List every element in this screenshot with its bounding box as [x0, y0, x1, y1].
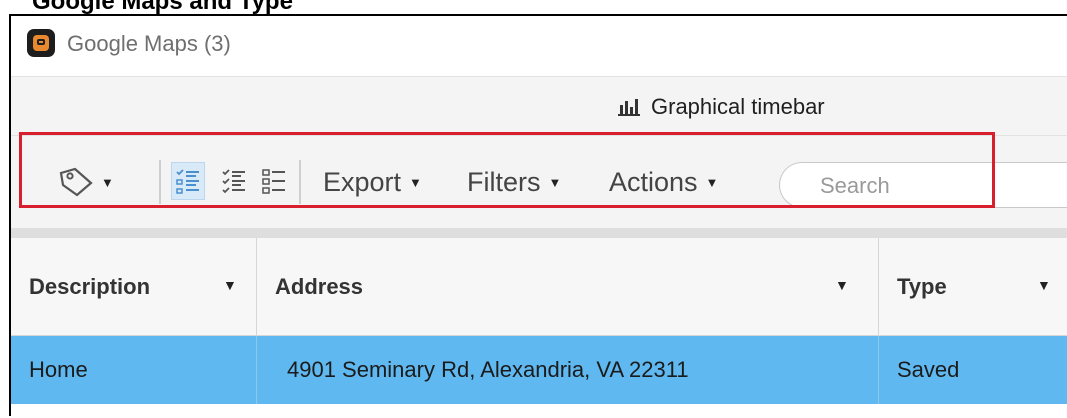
graphical-timebar-label: Graphical timebar [651, 94, 825, 119]
results-table: Description ▼ Address ▼ Type ▼ Home 4901… [11, 228, 1067, 418]
table-row[interactable]: Home 4901 Seminary Rd, Alexandria, VA 22… [11, 336, 1067, 404]
column-header-label: Description [29, 273, 151, 299]
chevron-down-icon: ▼ [409, 174, 422, 190]
column-header-description[interactable]: Description ▼ [11, 238, 257, 335]
title-bar: Google Maps (3) [11, 16, 1067, 76]
caption-strip: Google Maps and Type [0, 0, 1067, 14]
export-label: Export [323, 166, 402, 197]
app-window: Google Maps (3) Graphical timebar ▼ Expo… [9, 14, 1067, 418]
bar-chart-icon [618, 99, 640, 116]
cell-address: 4901 Seminary Rd, Alexandria, VA 22311 [257, 336, 879, 404]
column-header-label: Type [897, 273, 947, 299]
filters-label: Filters [467, 166, 541, 197]
tag-dropdown-button[interactable]: ▼ [57, 136, 114, 228]
filters-menu-button[interactable]: Filters ▼ [467, 136, 561, 228]
checklist-view-button[interactable] [217, 162, 251, 200]
export-menu-button[interactable]: Export ▼ [323, 136, 422, 228]
cell-description: Home [11, 336, 257, 404]
cell-type: Saved [897, 357, 960, 382]
search-input[interactable] [818, 172, 1067, 200]
checklist-icon [222, 169, 245, 194]
detailed-list-icon [176, 169, 199, 194]
toolbar-divider [299, 160, 301, 204]
table-top-spacer [11, 228, 1067, 238]
caption-text: Google Maps and Type [32, 0, 293, 14]
graphical-timebar-button[interactable]: Graphical timebar [617, 89, 825, 125]
actions-label: Actions [609, 166, 698, 197]
toolbar-divider [159, 160, 161, 204]
window-title: Google Maps (3) [67, 31, 231, 56]
chevron-down-icon: ▼ [705, 174, 719, 190]
google-maps-app-icon [27, 29, 55, 57]
sort-dropdown-icon[interactable]: ▼ [223, 277, 237, 293]
compact-list-view-button[interactable] [257, 162, 291, 200]
chevron-down-icon: ▼ [548, 174, 562, 190]
actions-menu-button[interactable]: Actions ▼ [609, 136, 718, 228]
sort-dropdown-icon[interactable]: ▼ [835, 277, 849, 293]
table-header-row: Description ▼ Address ▼ Type ▼ [11, 238, 1067, 336]
tag-icon [59, 167, 93, 197]
secondary-bar: Graphical timebar [11, 76, 1067, 136]
sort-dropdown-icon[interactable]: ▼ [1037, 277, 1051, 293]
column-header-type[interactable]: Type ▼ [879, 238, 1067, 335]
search-box[interactable] [779, 162, 1067, 208]
detailed-list-view-button[interactable] [171, 162, 205, 200]
toolbar: ▼ Export ▼ Filters ▼ Actions ▼ Search [11, 136, 1067, 228]
chevron-down-icon: ▼ [101, 174, 114, 190]
compact-list-icon [262, 169, 285, 194]
column-header-address[interactable]: Address ▼ [257, 238, 879, 335]
column-header-label: Address [275, 273, 364, 299]
